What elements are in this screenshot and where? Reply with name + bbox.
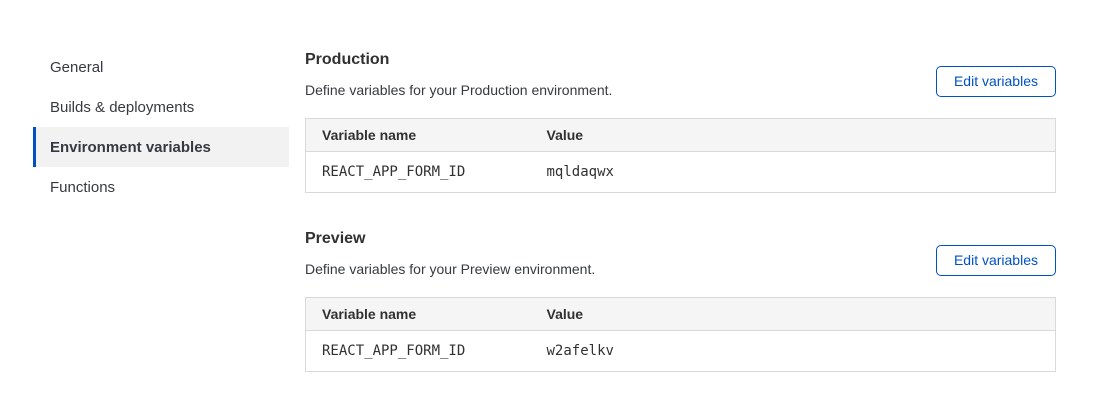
table-row: REACT_APP_FORM_ID w2afelkv bbox=[306, 331, 1056, 372]
preview-section: Preview Define variables for your Previe… bbox=[305, 229, 1056, 372]
column-header-variable-name: Variable name bbox=[306, 119, 531, 152]
sidebar-item-functions[interactable]: Functions bbox=[33, 167, 289, 207]
settings-sidebar: General Builds & deployments Environment… bbox=[33, 47, 289, 372]
environment-variables-content: Production Define variables for your Pro… bbox=[305, 50, 1056, 372]
column-header-value: Value bbox=[531, 298, 1056, 331]
table-header-row: Variable name Value bbox=[306, 119, 1056, 152]
column-header-value: Value bbox=[531, 119, 1056, 152]
preview-variables-table: Variable name Value REACT_APP_FORM_ID w2… bbox=[305, 297, 1056, 372]
table-row: REACT_APP_FORM_ID mqldaqwx bbox=[306, 152, 1056, 193]
production-edit-variables-button[interactable]: Edit variables bbox=[936, 66, 1056, 97]
sidebar-item-builds-deployments[interactable]: Builds & deployments bbox=[33, 87, 289, 127]
variable-value-cell: mqldaqwx bbox=[531, 152, 1056, 193]
production-section: Production Define variables for your Pro… bbox=[305, 50, 1056, 193]
sidebar-item-general[interactable]: General bbox=[33, 47, 289, 87]
preview-edit-variables-button[interactable]: Edit variables bbox=[936, 245, 1056, 276]
sidebar-item-environment-variables[interactable]: Environment variables bbox=[33, 127, 289, 167]
production-variables-table: Variable name Value REACT_APP_FORM_ID mq… bbox=[305, 118, 1056, 193]
variable-value-cell: w2afelkv bbox=[531, 331, 1056, 372]
variable-name-cell: REACT_APP_FORM_ID bbox=[306, 331, 531, 372]
settings-page: General Builds & deployments Environment… bbox=[0, 0, 1100, 372]
table-header-row: Variable name Value bbox=[306, 298, 1056, 331]
variable-name-cell: REACT_APP_FORM_ID bbox=[306, 152, 531, 193]
column-header-variable-name: Variable name bbox=[306, 298, 531, 331]
